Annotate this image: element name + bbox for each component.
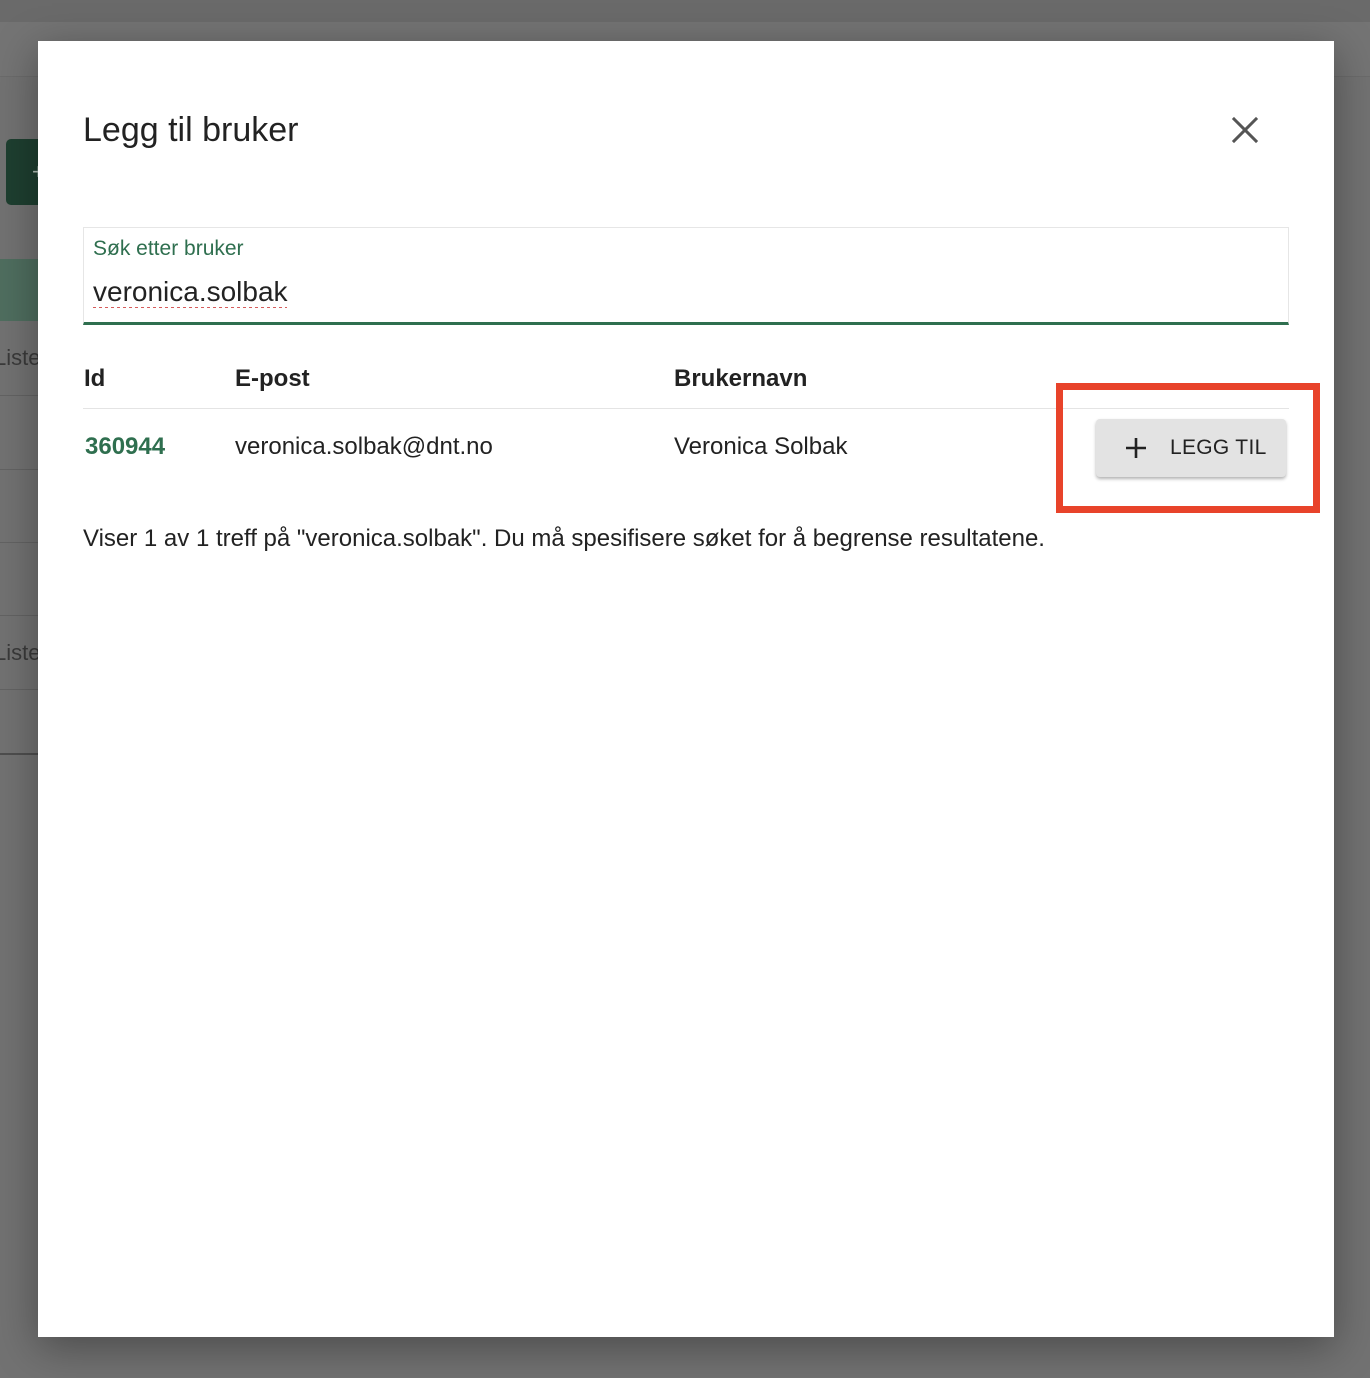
user-username: Veronica Solbak [674,433,848,460]
plus-icon [1126,438,1146,458]
column-header-id: Id [84,365,106,392]
background-row-label: Liste [0,345,41,370]
search-label: Søk etter bruker [93,237,244,260]
background-row-label: Liste [0,640,41,665]
table-header: Id E-post Brukernavn [83,359,1289,409]
add-user-button-label: LEGG TIL [1170,436,1267,459]
search-field[interactable]: Søk etter bruker [83,227,1289,325]
result-summary: Viser 1 av 1 treff på "veronica.solbak".… [83,525,1045,552]
table-row: 360944 veronica.solbak@dnt.no Veronica S… [83,409,1289,489]
close-icon [1231,116,1259,144]
column-header-username: Brukernavn [674,365,808,392]
dialog-title: Legg til bruker [83,111,299,149]
add-user-button[interactable]: LEGG TIL [1096,419,1286,477]
background-topbar [0,0,1370,23]
column-header-email: E-post [235,365,310,392]
user-email: veronica.solbak@dnt.no [235,433,493,460]
results-table: Id E-post Brukernavn 360944 veronica.sol… [83,359,1289,489]
add-user-dialog: Legg til bruker Søk etter bruker Id E-po… [38,41,1334,1337]
user-id-link[interactable]: 360944 [85,433,165,461]
close-button[interactable] [1224,109,1266,151]
search-input[interactable] [93,272,1193,312]
